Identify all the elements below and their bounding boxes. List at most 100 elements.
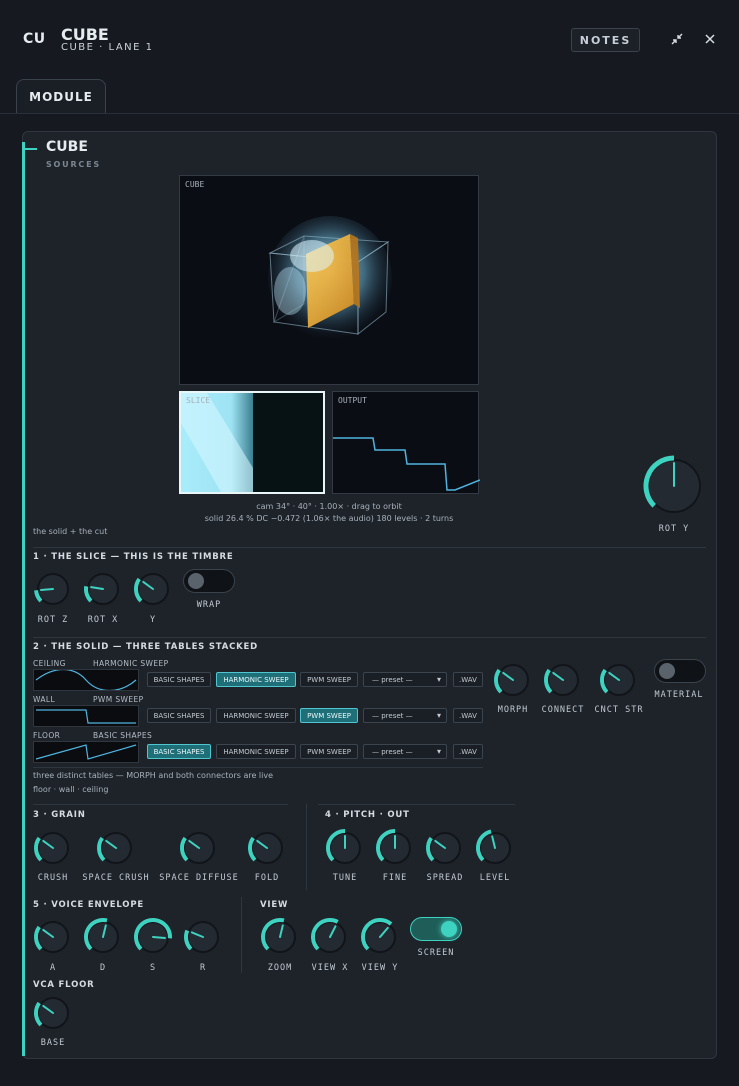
divider [33,637,706,638]
connect-knob[interactable] [543,660,583,704]
sustain-knob[interactable] [133,917,173,961]
morph-knob[interactable] [493,660,533,704]
screen-toggle[interactable] [410,917,462,941]
wall-preset-select[interactable]: — preset — ▾ [363,708,447,723]
table-source-floor: BASIC SHAPES [93,731,153,740]
chevron-down-icon: ▾ [436,747,441,756]
rot-x-knob[interactable] [83,569,123,613]
table-name-wall: WALL [33,695,56,704]
floor-preset-select[interactable]: — preset — ▾ [363,744,447,759]
rot-z-knob[interactable] [33,569,73,613]
chevron-down-icon: ▾ [436,711,441,720]
close-icon[interactable] [701,30,719,48]
vca-floor-title: VCA FLOOR [33,980,95,990]
slice-view: SLICE [179,391,325,494]
divider [33,767,483,768]
release-knob[interactable] [183,917,223,961]
output-view: OUTPUT [332,391,480,494]
floor-chip-pwm-sweep[interactable]: PWM SWEEP [300,744,358,759]
camera-caption: cam 34° · 40° · 1.00× · drag to orbit [256,502,402,511]
zoom-knob[interactable] [260,917,300,961]
rot-y-label: ROT Y [658,524,690,534]
tables-order-note: floor · wall · ceiling [33,785,109,794]
toggle-knob [188,573,204,589]
cube-render [268,216,392,340]
rot-y-knob[interactable] [643,455,705,521]
level-knob[interactable] [475,828,515,872]
window-subtitle: CUBE · LANE 1 [61,42,154,53]
floor-chip-basic-shapes[interactable]: BASIC SHAPES [147,744,211,759]
floor-wave-preview[interactable] [33,741,139,763]
floor-wav-button[interactable]: .WAV [453,744,483,759]
fold-label: FOLD [254,873,280,883]
notes-button[interactable]: NOTES [571,28,640,52]
app-abbr: CU [23,31,46,47]
slice-group-title: 1 · THE SLICE — THIS IS THE TIMBRE [33,552,234,562]
envelope-group-title: 5 · VOICE ENVELOPE [33,900,144,910]
chevron-down-icon: ▾ [436,675,441,684]
tab-module[interactable]: MODULE [16,79,106,113]
screen-label: SCREEN [417,948,455,958]
knob-pointer [152,936,166,939]
y-label: Y [149,615,157,625]
toggle-knob [441,921,457,937]
solid-group-title: 2 · THE SOLID — THREE TABLES STACKED [33,642,258,652]
output-waveform [333,437,480,491]
base-knob[interactable] [33,993,73,1037]
spread-knob[interactable] [425,828,465,872]
space-crush-knob[interactable] [96,828,136,872]
section-title: CUBE [46,139,88,155]
divider [33,547,706,548]
decay-knob[interactable] [83,917,123,961]
floor-chip-harmonic-sweep[interactable]: HARMONIC SWEEP [216,744,296,759]
space-diffuse-knob[interactable] [179,828,219,872]
accent-tick [25,148,37,150]
view-x-knob[interactable] [310,917,350,961]
level-label: LEVEL [479,873,511,883]
collapse-icon[interactable] [668,30,686,48]
connect-strength-label: CNCT STR [594,705,644,715]
ceiling-chip-basic-shapes[interactable]: BASIC SHAPES [147,672,211,687]
cube-viewport[interactable]: CUBE [179,175,479,385]
space-crush-label: SPACE CRUSH [82,873,150,883]
vertical-divider [241,897,242,973]
wall-chip-basic-shapes[interactable]: BASIC SHAPES [147,708,211,723]
wrap-toggle[interactable] [183,569,235,593]
ceiling-preset-select[interactable]: — preset — ▾ [363,672,447,687]
ceiling-chip-pwm-sweep[interactable]: PWM SWEEP [300,672,358,687]
divider [318,804,515,805]
tables-note: three distinct tables — MORPH and both c… [33,771,274,780]
ceiling-wave-preview[interactable] [33,668,139,692]
solid-cut-note: the solid + the cut [33,527,108,536]
tune-knob[interactable] [325,828,365,872]
divider [33,804,288,805]
base-label: BASE [40,1038,66,1048]
connect-strength-knob[interactable] [599,660,639,704]
preset-value: — preset — [372,747,413,756]
view-group-title: VIEW [260,900,289,910]
crush-knob[interactable] [33,828,73,872]
attack-knob[interactable] [33,917,73,961]
preset-value: — preset — [372,711,413,720]
fine-knob[interactable] [375,828,415,872]
slice-view-label: SLICE [186,396,211,405]
wall-wave-preview[interactable] [33,705,139,727]
table-name-floor: FLOOR [33,731,61,740]
knob-pointer [40,588,54,591]
view-y-label: VIEW Y [361,963,399,973]
table-name-ceiling: CEILING [33,659,66,668]
wall-chip-harmonic-sweep[interactable]: HARMONIC SWEEP [216,708,296,723]
table-source-ceiling: HARMONIC SWEEP [93,659,169,668]
wall-chip-pwm-sweep[interactable]: PWM SWEEP [300,708,358,723]
table-source-wall: PWM SWEEP [93,695,144,704]
material-toggle[interactable] [654,659,706,683]
grain-group-title: 3 · GRAIN [33,810,86,820]
ceiling-chip-harmonic-sweep[interactable]: HARMONIC SWEEP [216,672,296,687]
ceiling-wav-button[interactable]: .WAV [453,672,483,687]
accent-bar [22,142,25,1056]
section-subtitle: SOURCES [46,160,101,169]
pitch-group-title: 4 · PITCH · OUT [325,810,410,820]
fold-knob[interactable] [247,828,287,872]
tab-bar-line [0,113,739,114]
toggle-knob [659,663,675,679]
